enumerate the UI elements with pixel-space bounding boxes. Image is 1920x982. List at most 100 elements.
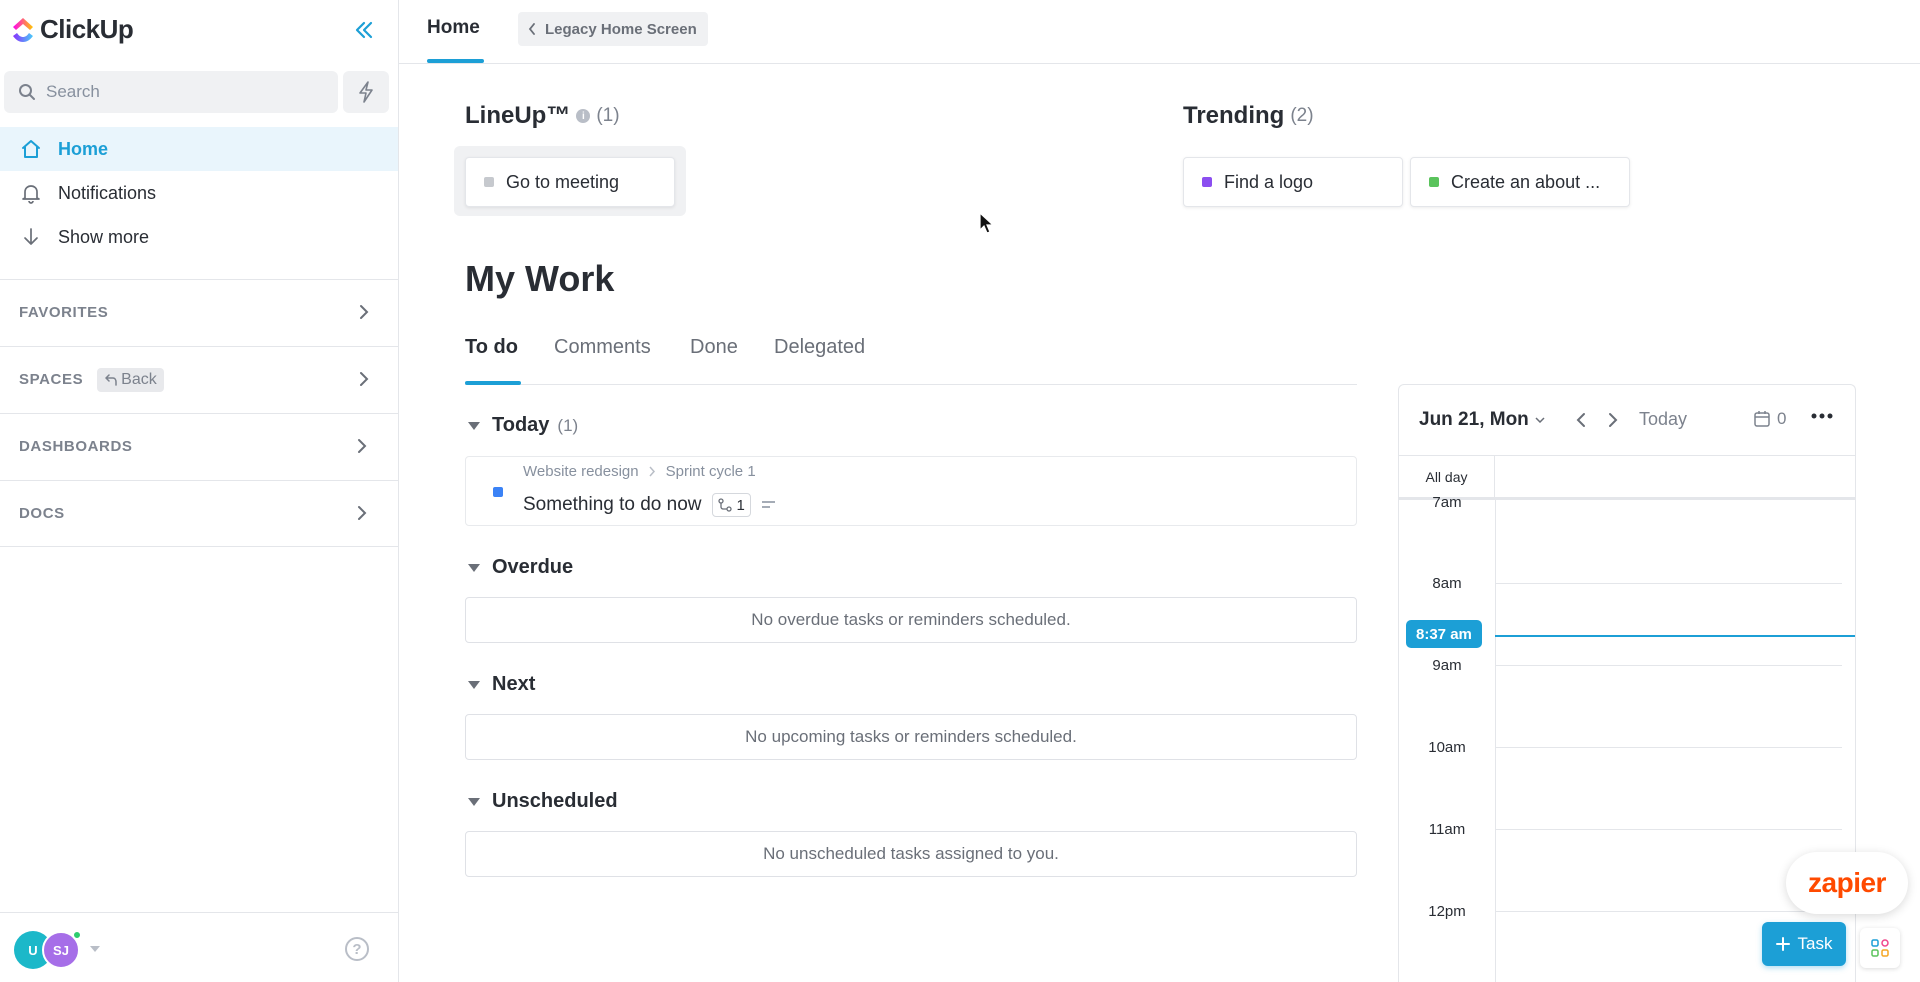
tab-done[interactable]: Done xyxy=(690,336,738,359)
subtask-count: 1 xyxy=(736,496,745,514)
task-name: Create an about ... xyxy=(1451,171,1601,192)
chevron-right-icon xyxy=(358,506,367,520)
collapse-sidebar-button[interactable] xyxy=(350,16,378,44)
group-overdue-toggle[interactable]: Overdue xyxy=(468,556,573,579)
info-icon[interactable]: i xyxy=(576,109,591,123)
collapse-triangle-icon xyxy=(468,563,480,572)
group-next-toggle[interactable]: Next xyxy=(468,673,535,696)
task-name: Find a logo xyxy=(1224,171,1314,192)
task-name: Something to do now xyxy=(523,494,702,515)
collapse-triangle-icon xyxy=(468,680,480,689)
section-label: DASHBOARDS xyxy=(19,438,133,455)
tab-to-do[interactable]: To do xyxy=(465,336,518,359)
calendar-date-picker[interactable]: Jun 21, Mon xyxy=(1419,409,1545,431)
more-options-icon[interactable] xyxy=(1811,413,1833,419)
new-task-label: Task xyxy=(1797,934,1833,953)
search-input[interactable] xyxy=(46,82,306,102)
task-row[interactable]: Website redesign Sprint cycle 1 Somethin… xyxy=(465,456,1357,526)
top-header: Home Legacy Home Screen xyxy=(399,0,1920,64)
trending-task-card[interactable]: Create an about ... xyxy=(1410,157,1630,207)
active-tab-indicator xyxy=(465,381,521,385)
subtask-icon xyxy=(717,498,732,512)
sidebar-item-label: Show more xyxy=(58,226,150,247)
chevron-right-icon xyxy=(360,305,369,319)
sidebar-section-spaces[interactable]: SPACES Back xyxy=(0,346,398,412)
current-time-line xyxy=(1495,635,1855,637)
overdue-empty-state: No overdue tasks or reminders scheduled. xyxy=(465,597,1357,643)
section-label: SPACES xyxy=(19,371,84,388)
caret-down-icon[interactable] xyxy=(90,946,100,952)
clickup-logo[interactable]: ClickUp xyxy=(10,14,134,45)
current-time-badge: 8:37 am xyxy=(1406,620,1482,648)
chevron-left-icon xyxy=(528,23,535,35)
section-label: DOCS xyxy=(19,505,65,522)
search-box xyxy=(4,71,338,113)
mouse-cursor-icon xyxy=(979,212,995,234)
lightning-icon xyxy=(359,81,373,103)
task-status-square xyxy=(493,487,503,497)
active-tab-indicator xyxy=(427,59,484,63)
breadcrumb-folder[interactable]: Sprint cycle 1 xyxy=(666,463,756,480)
sidebar: ClickUp Home Notifications Show more xyxy=(0,0,399,982)
chevron-down-icon xyxy=(1535,417,1545,423)
avatar-initials: U xyxy=(28,942,38,958)
group-unscheduled-toggle[interactable]: Unscheduled xyxy=(468,790,618,813)
plus-icon xyxy=(1775,937,1790,951)
sidebar-item-label: Home xyxy=(58,138,109,159)
lineup-title: LineUp™ xyxy=(465,102,571,129)
lineup-count: (1) xyxy=(596,105,620,126)
hour-label: 10am xyxy=(1428,739,1466,756)
empty-message: No overdue tasks or reminders scheduled. xyxy=(751,610,1071,629)
calendar-date: Jun 21, Mon xyxy=(1419,409,1529,430)
hour-label: 9am xyxy=(1432,657,1462,674)
collapse-triangle-icon xyxy=(468,797,480,806)
task-title-row: Something to do now 1 xyxy=(523,493,777,517)
quick-action-button[interactable] xyxy=(343,71,389,113)
subtask-count-badge[interactable]: 1 xyxy=(711,493,751,517)
trending-task-card[interactable]: Find a logo xyxy=(1183,157,1403,207)
sidebar-item-notifications[interactable]: Notifications xyxy=(0,171,398,215)
home-icon xyxy=(22,140,40,158)
calendar-scheduled-count[interactable]: 0 xyxy=(1753,409,1786,429)
tab-comments[interactable]: Comments xyxy=(554,336,651,359)
hour-gridline xyxy=(1496,665,1842,666)
sidebar-section-docs[interactable]: DOCS xyxy=(0,480,398,547)
arrow-down-icon xyxy=(24,228,38,245)
online-status-dot xyxy=(72,930,82,940)
chevron-right-icon[interactable] xyxy=(1607,411,1619,429)
zapier-logo-text: zapier xyxy=(1808,867,1886,898)
hour-gridline xyxy=(1496,747,1842,748)
breadcrumb-list[interactable]: Website redesign xyxy=(523,463,639,480)
chevron-left-icon[interactable] xyxy=(1575,411,1587,429)
help-icon[interactable]: ? xyxy=(345,937,369,961)
group-today-toggle[interactable]: Today (1) xyxy=(468,414,578,437)
unscheduled-empty-state: No unscheduled tasks assigned to you. xyxy=(465,831,1357,877)
calendar-today-button[interactable]: Today xyxy=(1639,409,1687,430)
hour-gridline xyxy=(1496,829,1842,830)
tab-delegated[interactable]: Delegated xyxy=(774,336,865,359)
chevron-right-icon xyxy=(649,466,655,477)
task-breadcrumb: Website redesign Sprint cycle 1 xyxy=(523,463,756,480)
spaces-back-button[interactable]: Back xyxy=(97,367,164,392)
sidebar-item-show-more[interactable]: Show more xyxy=(0,215,398,259)
task-status-square xyxy=(1429,177,1439,187)
trending-count: (2) xyxy=(1290,105,1314,126)
task-status-square xyxy=(1202,177,1212,187)
new-task-button[interactable]: Task xyxy=(1762,922,1846,966)
legacy-home-button[interactable]: Legacy Home Screen xyxy=(518,12,708,46)
tab-home[interactable]: Home xyxy=(427,17,480,39)
apps-grid-button[interactable] xyxy=(1860,928,1900,968)
sidebar-item-label: Notifications xyxy=(58,182,157,203)
group-label: Overdue xyxy=(492,556,574,578)
group-label: Today xyxy=(492,414,550,436)
collapse-triangle-icon xyxy=(468,421,480,430)
zapier-button[interactable]: zapier xyxy=(1786,852,1908,914)
lineup-task-card[interactable]: Go to meeting xyxy=(465,157,675,207)
next-empty-state: No upcoming tasks or reminders scheduled… xyxy=(465,714,1357,760)
chevron-right-icon xyxy=(360,372,369,386)
sidebar-item-home[interactable]: Home xyxy=(0,127,398,171)
sidebar-section-favorites[interactable]: FAVORITES xyxy=(0,279,398,345)
time-gutter-divider xyxy=(1495,500,1496,982)
sidebar-section-dashboards[interactable]: DASHBOARDS xyxy=(0,413,398,479)
legacy-home-label: Legacy Home Screen xyxy=(545,20,697,38)
